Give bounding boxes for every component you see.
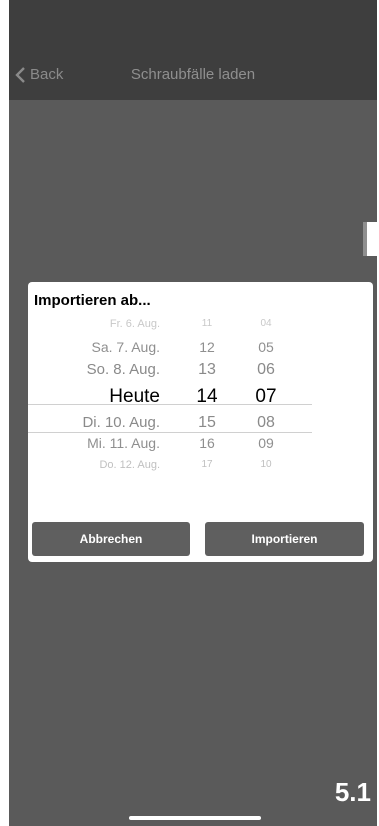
cancel-button[interactable]: Abbrechen	[32, 522, 190, 556]
page-label: 5.1	[334, 777, 371, 807]
picker-minute: 07	[255, 386, 277, 407]
app-screen: Back Schraubfälle laden Importieren ab..…	[9, 0, 377, 826]
picker-minute: 04	[260, 318, 272, 329]
navigation-bar: Back Schraubfälle laden	[9, 56, 377, 96]
picker-day: So. 8. Aug.	[86, 361, 160, 378]
picker-hour: 16	[199, 435, 215, 451]
import-dialog: Importieren ab... Fr. 6. Aug. 11 04 Sa. 7. …	[28, 282, 373, 562]
picker-row[interactable]: Do. 12. Aug. 17 10	[28, 459, 312, 481]
home-indicator[interactable]	[129, 816, 261, 820]
picker-minute: 06	[257, 361, 275, 378]
dialog-title: Importieren ab...	[34, 292, 151, 309]
picker-row[interactable]: Di. 10. Aug. 15 08	[28, 414, 312, 436]
picker-minute: 05	[258, 339, 274, 355]
picker-row[interactable]: Sa. 7. Aug. 12 05	[28, 339, 312, 361]
picker-hour: 13	[198, 361, 216, 378]
picker-day: Mi. 11. Aug.	[87, 435, 160, 451]
picker-minute: 10	[260, 459, 272, 470]
picker-hour: 12	[199, 339, 215, 355]
picker-day: Fr. 6. Aug.	[109, 318, 160, 330]
picker-hour: 14	[196, 386, 218, 407]
picker-row[interactable]: Mi. 11. Aug. 16 09	[28, 435, 312, 457]
page-title: Schraubfälle laden	[130, 66, 256, 83]
date-time-picker[interactable]: Fr. 6. Aug. 11 04 Sa. 7. Aug. 12 05 So. 8. Aug…	[28, 318, 373, 492]
picker-minute: 08	[257, 414, 275, 431]
picker-hour: 17	[201, 459, 213, 470]
picker-day: Do. 12. Aug.	[99, 459, 160, 471]
picker-hour: 15	[198, 414, 216, 431]
picker-row-selected[interactable]: Heute 14 07	[28, 386, 312, 408]
import-button[interactable]: Importieren	[205, 522, 364, 556]
picker-row[interactable]: Fr. 6. Aug. 11 04	[28, 318, 312, 340]
picker-day: Di. 10. Aug.	[82, 414, 160, 431]
picker-minute: 09	[258, 435, 274, 451]
picker-day: Heute	[109, 386, 160, 407]
picker-row[interactable]: So. 8. Aug. 13 06	[28, 361, 312, 383]
picker-day: Sa. 7. Aug.	[91, 339, 161, 355]
side-edge-element	[363, 222, 377, 256]
picker-hour: 11	[201, 318, 213, 329]
